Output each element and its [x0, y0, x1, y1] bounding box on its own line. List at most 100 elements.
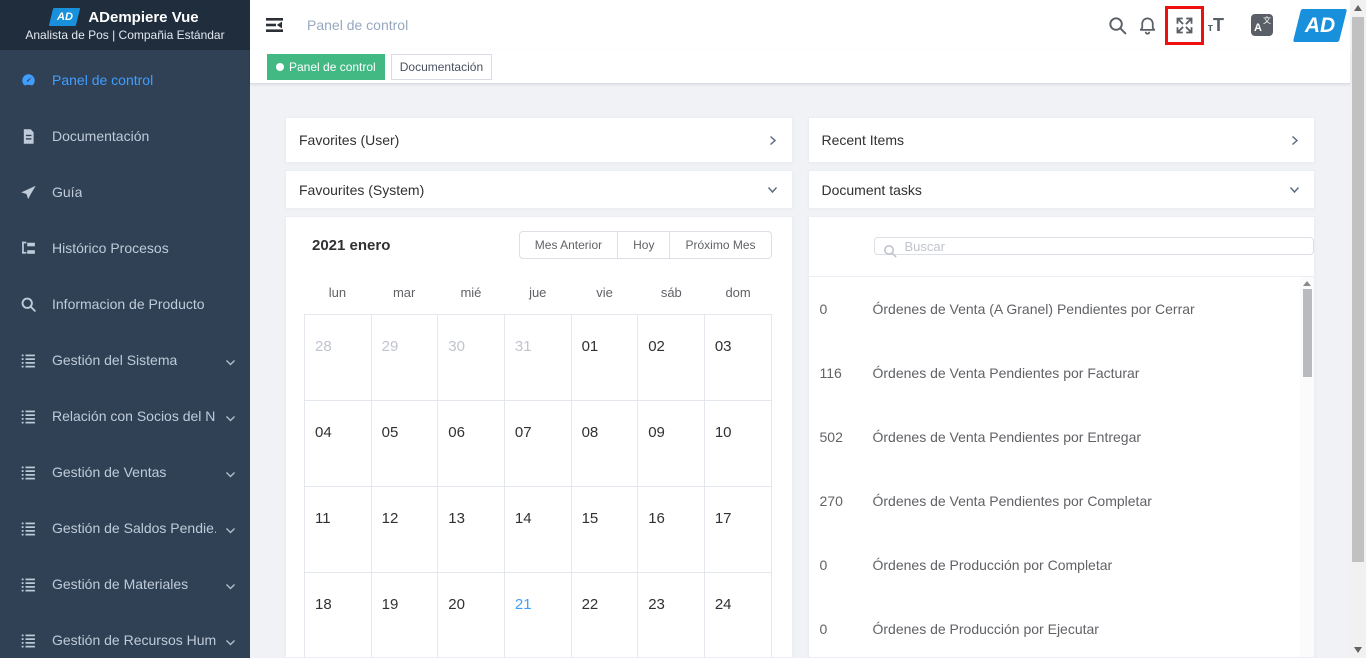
sidebar-item-guia[interactable]: Guía — [0, 164, 250, 220]
calendar-day-cell[interactable]: 03 — [705, 315, 772, 401]
task-count: 116 — [809, 365, 864, 381]
fullscreen-icon[interactable] — [1174, 15, 1195, 36]
favorites-user-panel-header[interactable]: Favorites (User) — [285, 117, 793, 163]
task-label: Órdenes de Venta Pendientes por Facturar — [864, 365, 1140, 381]
text-size-big-glyph: T — [1213, 15, 1224, 36]
calendar-day-cell[interactable]: 18 — [305, 573, 372, 658]
task-label: Órdenes de Producción por Completar — [864, 557, 1113, 573]
calendar-day-cell[interactable]: 24 — [705, 573, 772, 658]
sidebar-item-gestion-de-ventas[interactable]: Gestión de Ventas — [0, 444, 250, 500]
calendar-day-cell[interactable]: 23 — [638, 573, 705, 658]
weekday-label: mié — [438, 285, 505, 307]
navbar-right-menu: тT A 文 AD — [1107, 0, 1350, 50]
app-root: AD ADempiere Vue Analista de Pos | Compa… — [0, 0, 1366, 658]
scroll-up-icon[interactable] — [1354, 5, 1362, 11]
calendar-day-cell[interactable]: 06 — [438, 401, 505, 487]
scroll-down-icon[interactable] — [1354, 647, 1362, 653]
calendar-day-cell[interactable]: 14 — [505, 487, 572, 573]
task-label: Órdenes de Venta (A Granel) Pendientes p… — [864, 301, 1195, 317]
sidebar-item-gestion-de-recursos[interactable]: Gestión de Recursos Hum.. — [0, 612, 250, 658]
text-size-icon[interactable]: тT — [1208, 15, 1224, 36]
chevron-down-icon — [225, 355, 236, 366]
calendar-day-cell[interactable]: 22 — [572, 573, 639, 658]
calendar-day-cell[interactable]: 05 — [372, 401, 439, 487]
recent-items-panel-header[interactable]: Recent Items — [808, 117, 1316, 163]
weekday-label: mar — [371, 285, 438, 307]
calendar-day-cell[interactable]: 19 — [372, 573, 439, 658]
favourites-system-panel-header[interactable]: Favourites (System) — [285, 170, 793, 209]
calendar-day-cell[interactable]: 01 — [572, 315, 639, 401]
calendar-day-cell-today[interactable]: 21 — [505, 573, 572, 658]
sidebar-item-label: Gestión de Saldos Pendie.. — [52, 520, 216, 536]
main-area: Panel de control тT A 文 — [250, 0, 1350, 658]
sidebar-item-gestion-de-saldos[interactable]: Gestión de Saldos Pendie.. — [0, 500, 250, 556]
next-month-button[interactable]: Próximo Mes — [670, 231, 771, 259]
page-scrollbar-thumb[interactable] — [1352, 17, 1364, 562]
document-tasks-panel: 0 Órdenes de Venta (A Granel) Pendientes… — [808, 216, 1316, 658]
scroll-up-icon[interactable] — [1303, 281, 1311, 286]
panel-title: Favourites (System) — [299, 182, 424, 198]
task-row[interactable]: 502 Órdenes de Venta Pendientes por Entr… — [809, 405, 1315, 469]
sidebar-item-gestion-del-sistema[interactable]: Gestión del Sistema — [0, 332, 250, 388]
calendar-day-cell[interactable]: 10 — [705, 401, 772, 487]
weekday-label: sáb — [638, 285, 705, 307]
calendar-day-cell[interactable]: 15 — [572, 487, 639, 573]
calendar-day-cell[interactable]: 08 — [572, 401, 639, 487]
calendar-day-cell[interactable]: 09 — [638, 401, 705, 487]
left-column: Favorites (User) Favourites (System) 202… — [285, 117, 793, 658]
header-search-icon[interactable] — [1107, 15, 1128, 36]
calendar-day-cell[interactable]: 17 — [705, 487, 772, 573]
calendar-day-cell[interactable]: 04 — [305, 401, 372, 487]
sidebar-item-historico-procesos[interactable]: Histórico Procesos — [0, 220, 250, 276]
calendar-day-cell[interactable]: 30 — [438, 315, 505, 401]
calendar-day-cell[interactable]: 07 — [505, 401, 572, 487]
task-row[interactable]: 270 Órdenes de Venta Pendientes por Comp… — [809, 469, 1315, 533]
weekday-label: jue — [504, 285, 571, 307]
language-icon[interactable]: A 文 — [1251, 14, 1273, 36]
adempiere-logo[interactable]: AD — [1293, 9, 1347, 42]
sidebar-item-gestion-de-materiales[interactable]: Gestión de Materiales — [0, 556, 250, 612]
sidebar: AD ADempiere Vue Analista de Pos | Compa… — [0, 0, 250, 658]
tasks-scrollbar-thumb[interactable] — [1303, 289, 1312, 377]
calendar-day-cell[interactable]: 16 — [638, 487, 705, 573]
tab-panel-de-control[interactable]: Panel de control — [267, 54, 385, 80]
sidebar-item-documentacion[interactable]: Documentación — [0, 108, 250, 164]
task-row[interactable]: 116 Órdenes de Venta Pendientes por Fact… — [809, 341, 1315, 405]
sidebar-toggle-icon[interactable] — [265, 15, 285, 35]
calendar-day-cell[interactable]: 31 — [505, 315, 572, 401]
notification-bell-icon[interactable] — [1137, 15, 1158, 36]
sidebar-item-panel-de-control[interactable]: Panel de control — [0, 52, 250, 108]
prev-month-button[interactable]: Mes Anterior — [519, 231, 618, 259]
calendar-day-cell[interactable]: 29 — [372, 315, 439, 401]
calendar-day-cell[interactable]: 12 — [372, 487, 439, 573]
calendar-day-cell[interactable]: 02 — [638, 315, 705, 401]
document-tasks-panel-header[interactable]: Document tasks — [808, 170, 1316, 209]
task-row[interactable]: 0 Órdenes de Producción por Completar — [809, 533, 1315, 597]
sidebar-item-informacion-de-producto[interactable]: Informacion de Producto — [0, 276, 250, 332]
task-row[interactable]: 0 Órdenes de Producción por Ejecutar — [809, 597, 1315, 657]
dashboard-icon — [20, 72, 37, 89]
tab-label: Documentación — [400, 60, 483, 74]
calendar-day-cell[interactable]: 11 — [305, 487, 372, 573]
task-label: Órdenes de Venta Pendientes por Entregar — [864, 429, 1142, 445]
right-column: Recent Items Document tasks — [808, 117, 1316, 658]
tags-view-bar: Panel de control Documentación — [250, 50, 1350, 84]
adempiere-logo-text: AD — [1305, 13, 1335, 37]
calendar-day-cell[interactable]: 28 — [305, 315, 372, 401]
chevron-down-icon — [766, 183, 779, 196]
calendar-day-cell[interactable]: 20 — [438, 573, 505, 658]
task-count: 270 — [809, 493, 864, 509]
highlight-box — [1165, 6, 1204, 45]
calendar-panel: 2021 enero Mes Anterior Hoy Próximo Mes … — [285, 216, 793, 658]
list-icon — [20, 352, 37, 369]
task-count: 0 — [809, 301, 864, 317]
tab-documentacion[interactable]: Documentación — [391, 54, 492, 80]
today-button[interactable]: Hoy — [618, 231, 670, 259]
sidebar-item-relacion-con-socios[interactable]: Relación con Socios del N.. — [0, 388, 250, 444]
chevron-down-icon — [225, 635, 236, 646]
chevron-down-icon — [225, 579, 236, 590]
calendar-day-cell[interactable]: 13 — [438, 487, 505, 573]
panel-title: Recent Items — [822, 132, 904, 148]
task-row[interactable]: 0 Órdenes de Venta (A Granel) Pendientes… — [809, 277, 1315, 341]
tasks-search-input[interactable] — [874, 237, 1315, 255]
